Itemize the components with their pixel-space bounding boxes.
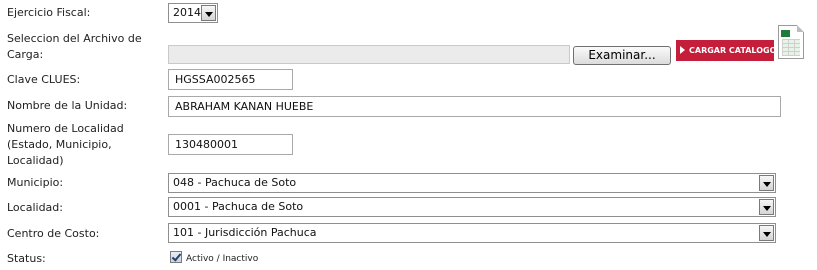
localidad-select[interactable]: 0001 - Pachuca de Soto (168, 197, 776, 217)
municipio-label: Municipio: (7, 176, 64, 189)
play-arrow-icon (680, 46, 685, 54)
status-checkbox-label[interactable]: Activo / Inactivo (186, 254, 258, 264)
status-label: Status: (7, 252, 46, 265)
browse-button[interactable]: Examinar... (573, 46, 671, 65)
clave-clues-input[interactable]: HGSSA002565 (168, 69, 293, 90)
centro-costo-label: Centro de Costo: (7, 227, 100, 240)
centro-costo-value: 101 - Jurisdicción Pachuca (173, 226, 317, 239)
cargar-catalogo-label: CARGAR CATALOGO (689, 46, 777, 55)
status-checkbox[interactable] (170, 251, 182, 263)
page-fold-icon (797, 25, 804, 32)
nombre-unidad-label: Nombre de la Unidad: (7, 99, 128, 112)
ejercicio-fiscal-value: 2014 (173, 6, 201, 19)
numero-localidad-label: Numero de Localidad (Estado, Municipio, … (7, 122, 124, 167)
numero-localidad-input[interactable]: 130480001 (168, 134, 293, 155)
ejercicio-fiscal-select[interactable]: 2014 (168, 3, 218, 23)
municipio-value: 048 - Pachuca de Soto (173, 176, 297, 189)
centro-costo-select[interactable]: 101 - Jurisdicción Pachuca (168, 223, 776, 243)
excel-file-icon[interactable] (778, 25, 804, 59)
archivo-carga-label: Seleccion del Archivo de Carga: (7, 32, 142, 61)
chevron-down-icon[interactable] (759, 199, 774, 215)
chevron-down-icon[interactable] (759, 225, 774, 241)
spreadsheet-grid-icon (782, 39, 800, 56)
localidad-label: Localidad: (7, 201, 63, 214)
chevron-down-icon[interactable] (201, 5, 216, 21)
localidad-value: 0001 - Pachuca de Soto (173, 200, 304, 213)
chevron-down-icon[interactable] (759, 175, 774, 191)
nombre-unidad-input[interactable]: ABRAHAM KANAN HUEBE (168, 96, 781, 117)
cargar-catalogo-button[interactable]: CARGAR CATALOGO (676, 40, 777, 61)
clave-clues-label: Clave CLUES: (7, 73, 81, 86)
municipio-select[interactable]: 048 - Pachuca de Soto (168, 173, 776, 193)
ejercicio-fiscal-label: Ejercicio Fiscal: (7, 6, 91, 19)
excel-badge-icon (781, 30, 790, 37)
file-path-field[interactable] (168, 45, 570, 64)
